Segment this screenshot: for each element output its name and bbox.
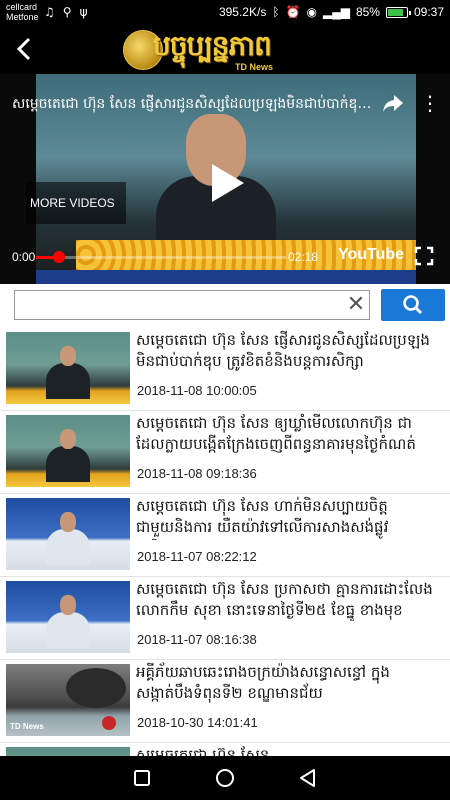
article-headline[interactable]: អគ្គីភ័យឆាបឆេះរោងចក្រយ៉ាងសន្ធោសន្ធៅ ក្នុ… [136, 662, 442, 704]
back-arrow-icon[interactable] [10, 32, 40, 66]
play-icon[interactable] [200, 158, 250, 208]
battery-icon [385, 6, 411, 18]
carrier-labels: cellcard Metfone [0, 2, 40, 22]
article-date: 2018-11-07 08:22:12 [137, 549, 257, 564]
status-right: 395.2K/s ᛒ ⏰ ◉ ▂▄▆ 85% 09:37 [219, 5, 450, 19]
clear-icon[interactable]: ✕ [344, 292, 368, 318]
navigation-bar [0, 756, 450, 800]
status-bar: cellcard Metfone ♫ ⚲ ψ 395.2K/s ᛒ ⏰ ◉ ▂▄… [0, 0, 450, 24]
share-icon[interactable] [380, 90, 406, 116]
article-thumbnail[interactable] [6, 498, 130, 570]
article-thumbnail[interactable]: TD News [6, 664, 130, 736]
list-item[interactable]: សម្តេចតេជោ ហ៊ុន សែន ផ្ញើសារជូនសិស្សដែលប្… [0, 328, 450, 411]
list-item[interactable]: សម្តេចតេជោ ហ៊ុន សែន ឲ្យឃ្លាំមើលលោកហ៊ុន ជ… [0, 411, 450, 494]
more-videos-button[interactable]: MORE VIDEOS [26, 182, 126, 224]
fullscreen-icon[interactable] [414, 246, 434, 266]
alarm-icon: ⏰ [285, 5, 301, 19]
battery-percent: 85% [355, 5, 380, 19]
carrier-2: Metfone [6, 12, 39, 22]
search-bar: ✕ [0, 284, 450, 328]
article-thumbnail[interactable] [6, 415, 130, 487]
video-ticker [36, 270, 416, 284]
article-date: 2018-10-30 14:01:41 [137, 715, 258, 730]
usb-icon: ⚲ [62, 5, 72, 19]
article-date: 2018-11-08 09:18:36 [137, 466, 257, 481]
carrier-1: cellcard [6, 2, 38, 12]
video-progress-bar[interactable] [36, 256, 286, 259]
article-headline[interactable]: សម្តេចតេជោ ហ៊ុន សែន [136, 745, 442, 756]
list-item[interactable]: សម្តេចតេជោ ហ៊ុន សែន [0, 743, 450, 756]
youtube-logo[interactable]: YouTube [338, 246, 404, 264]
back-icon[interactable] [293, 763, 323, 793]
article-headline[interactable]: សម្តេចតេជោ ហ៊ុន សែន ឲ្យឃ្លាំមើលលោកហ៊ុន ជ… [136, 413, 442, 455]
article-thumbnail[interactable] [6, 581, 130, 653]
article-thumbnail[interactable] [6, 332, 130, 404]
network-speed: 395.2K/s [218, 5, 267, 19]
music-icon: ♫ [44, 5, 55, 19]
search-input[interactable] [14, 290, 370, 320]
app-logo: បច្ចុប្បន្នភាព TD News [123, 28, 275, 72]
recent-apps-icon[interactable] [127, 763, 157, 793]
video-player[interactable]: សម្តេចតេជោ ហ៊ុន សែន ផ្ញើសារជូនសិស្សដែលប្… [0, 74, 450, 284]
more-options-icon[interactable]: ⋮ [420, 90, 440, 116]
list-item[interactable]: សម្តេចតេជោ ហ៊ុន សែន ប្រកាសថា គ្មានការដោះ… [0, 577, 450, 660]
video-current-time: 0:00 [12, 250, 36, 264]
logo-text: បច្ចុប្បន្នភាព [153, 29, 272, 62]
usb-debug-icon: ψ [79, 5, 88, 19]
scrubber-handle[interactable] [53, 251, 65, 263]
video-title[interactable]: សម្តេចតេជោ ហ៊ុន សែន ផ្ញើសារជូនសិស្សដែលប្… [12, 94, 372, 115]
app-bar: បច្ចុប្បន្នភាព TD News [0, 24, 450, 74]
video-progress-played [36, 256, 54, 259]
search-icon [403, 295, 423, 315]
article-thumbnail[interactable] [6, 747, 130, 756]
logo-subtitle: TD News [234, 62, 273, 72]
article-date: 2018-11-08 10:00:05 [137, 383, 257, 398]
eye-icon: ◉ [306, 5, 317, 19]
article-date: 2018-11-07 08:16:38 [137, 632, 257, 647]
home-icon[interactable] [210, 763, 240, 793]
article-headline[interactable]: សម្តេចតេជោ ហ៊ុន សែន ហាក់មិនសប្បាយចិត្តជា… [136, 496, 442, 540]
list-item[interactable]: TD News អគ្គីភ័យឆាបឆេះរោងចក្រយ៉ាងសន្ធោសន្… [0, 660, 450, 743]
article-headline[interactable]: សម្តេចតេជោ ហ៊ុន សែន ផ្ញើសារជូនសិស្សដែលប្… [136, 330, 442, 372]
signal-icon: ▂▄▆ [322, 5, 350, 19]
list-item[interactable]: សម្តេចតេជោ ហ៊ុន សែន ហាក់មិនសប្បាយចិត្តជា… [0, 494, 450, 577]
battery-fill [387, 8, 404, 16]
article-list: សម្តេចតេជោ ហ៊ុន សែន ផ្ញើសារជូនសិស្សដែលប្… [0, 328, 450, 756]
notification-icons: ♫ ⚲ ψ [44, 5, 87, 19]
clock: 09:37 [413, 5, 444, 19]
thumbnail-badge: TD News [10, 722, 44, 731]
article-headline[interactable]: សម្តេចតេជោ ហ៊ុន សែន ប្រកាសថា គ្មានការដោះ… [136, 579, 442, 621]
video-duration: 02:18 [288, 250, 319, 264]
bluetooth-icon: ᛒ [272, 5, 280, 19]
search-button[interactable] [381, 289, 445, 321]
